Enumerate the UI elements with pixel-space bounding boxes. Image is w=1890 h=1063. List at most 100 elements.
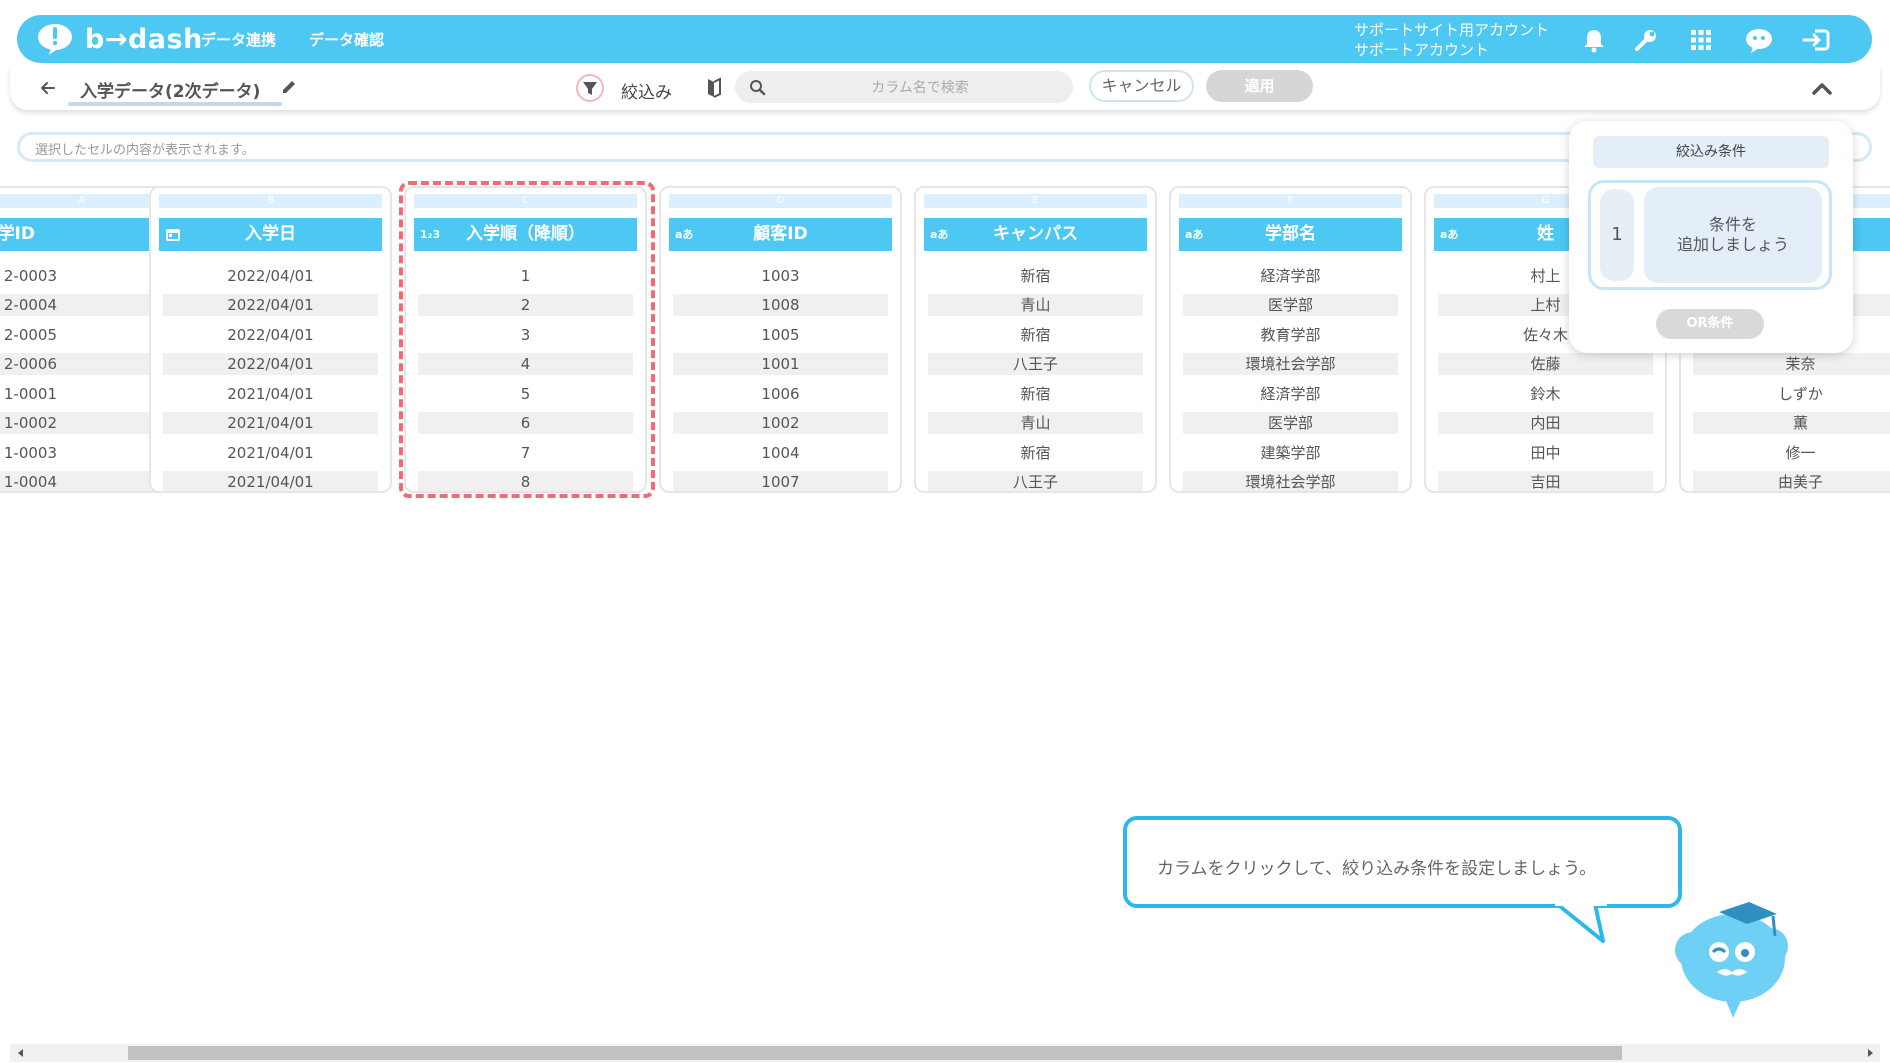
logo-bubble-icon	[38, 24, 72, 55]
column-search	[735, 71, 1073, 105]
nav-data-check[interactable]: データ確認	[309, 29, 384, 50]
table-cell[interactable]: 鈴木	[1438, 383, 1653, 405]
table-cell[interactable]: 8	[418, 471, 633, 491]
table-cell[interactable]: 八王子	[928, 471, 1143, 491]
edit-pencil-icon[interactable]	[280, 78, 298, 96]
table-cell[interactable]: 修一	[1693, 442, 1890, 464]
title-underline	[68, 102, 282, 106]
search-input[interactable]	[775, 71, 1065, 105]
nav-data-link[interactable]: データ連携	[201, 29, 276, 50]
column-header[interactable]: aあ 学部名	[1179, 218, 1402, 251]
table-cell[interactable]: 4	[418, 353, 633, 375]
table-column[interactable]: Faあ 学部名 経済学部 医学部 教育学部 環境社会学部 経済学部 医学部 建築学部 環境社会学部	[1169, 186, 1412, 493]
top-header-bar: b→dash データ連携 データ確認 サポートサイト用アカウント サポートアカウ…	[17, 15, 1872, 63]
table-cell[interactable]: 2	[418, 294, 633, 316]
mascot-chat-icon[interactable]	[1743, 27, 1775, 53]
column-header-label: キャンパス	[993, 224, 1078, 244]
table-cell[interactable]: 1005	[673, 324, 888, 346]
table-cell[interactable]: 環境社会学部	[1183, 471, 1398, 491]
table-cell[interactable]: 内田	[1438, 412, 1653, 434]
table-cell[interactable]: 新宿	[928, 383, 1143, 405]
table-cell[interactable]: 1008	[673, 294, 888, 316]
table-cell[interactable]: 2022/04/01	[163, 353, 378, 375]
scroll-left-arrow-icon[interactable]	[18, 1049, 23, 1057]
table-cell[interactable]: 経済学部	[1183, 265, 1398, 287]
table-cell[interactable]: 医学部	[1183, 294, 1398, 316]
table-cell[interactable]: 経済学部	[1183, 383, 1398, 405]
add-condition-button[interactable]: 条件を 追加しましょう	[1644, 187, 1822, 283]
table-cell[interactable]: 教育学部	[1183, 324, 1398, 346]
table-cell[interactable]: 佐藤	[1438, 353, 1653, 375]
column-header[interactable]: aあ キャンパス	[924, 218, 1147, 251]
clear-filter-icon[interactable]	[703, 76, 725, 100]
table-cell[interactable]: 吉田	[1438, 471, 1653, 491]
filter-button[interactable]	[576, 74, 604, 102]
table-cell[interactable]: 新宿	[928, 324, 1143, 346]
table-cell[interactable]: 薫	[1693, 412, 1890, 434]
table-cell[interactable]: しずか	[1693, 383, 1890, 405]
table-cell[interactable]: 6	[418, 412, 633, 434]
filter-funnel-icon	[583, 82, 597, 95]
column-type-icon: 1₂3	[420, 228, 441, 241]
table-cell[interactable]: 1003	[673, 265, 888, 287]
table-column[interactable]: B 入学日 2022/04/01 2022/04/01 2022/04/01 2022/0…	[149, 186, 392, 493]
table-cell[interactable]: 八王子	[928, 353, 1143, 375]
logout-icon[interactable]	[1801, 27, 1833, 53]
table-cell[interactable]: 新宿	[928, 265, 1143, 287]
table-cell[interactable]: 1004	[673, 442, 888, 464]
table-cell[interactable]: 1	[418, 265, 633, 287]
or-condition-button[interactable]: OR条件	[1656, 309, 1764, 339]
bdash-logo[interactable]: b→dash	[35, 21, 203, 57]
table-column[interactable]: Eaあ キャンパス 新宿 青山 新宿 八王子 新宿 青山 新宿 八王子	[914, 186, 1157, 493]
table-cell[interactable]: 建築学部	[1183, 442, 1398, 464]
table-column[interactable]: Daあ 顧客ID 1003 1008 1005 1001 1006 1002 1004 1007	[659, 186, 902, 493]
bell-icon[interactable]	[1581, 27, 1607, 53]
table-cell[interactable]: 2021/04/01	[163, 471, 378, 491]
table-cell[interactable]: 1006	[673, 383, 888, 405]
back-arrow-icon[interactable]	[38, 78, 58, 98]
table-cell[interactable]: 1002	[673, 412, 888, 434]
column-header[interactable]: aあ 顧客ID	[669, 218, 892, 251]
column-header[interactable]: 入学日	[159, 218, 382, 251]
table-cell[interactable]: 5	[418, 383, 633, 405]
apply-button[interactable]: 適用	[1206, 70, 1313, 102]
condition-group: 1 条件を 追加しましょう	[1588, 180, 1832, 290]
account-line1: サポートサイト用アカウント	[1354, 21, 1550, 39]
column-letter: C	[414, 194, 637, 208]
table-cell[interactable]: 7	[418, 442, 633, 464]
column-letter: B	[159, 194, 382, 208]
wrench-icon[interactable]	[1633, 27, 1659, 53]
column-type-icon: aあ	[930, 228, 949, 241]
table-cell[interactable]: 2022/04/01	[163, 294, 378, 316]
add-condition-line2: 追加しましょう	[1676, 235, 1789, 254]
table-cell[interactable]: 2022/04/01	[163, 265, 378, 287]
column-type-icon: aあ	[675, 228, 694, 241]
table-cell[interactable]: 由美子	[1693, 471, 1890, 491]
table-cell[interactable]: 2021/04/01	[163, 383, 378, 405]
column-letter: E	[924, 194, 1147, 208]
table-cell[interactable]: 新宿	[928, 442, 1143, 464]
table-cell[interactable]: 青山	[928, 412, 1143, 434]
horizontal-scrollbar[interactable]	[10, 1044, 1880, 1062]
table-cell[interactable]: 1001	[673, 353, 888, 375]
table-cell[interactable]: 環境社会学部	[1183, 353, 1398, 375]
table-cell[interactable]: 2021/04/01	[163, 442, 378, 464]
table-cell[interactable]: 医学部	[1183, 412, 1398, 434]
scrollbar-thumb[interactable]	[128, 1046, 1622, 1060]
account-info[interactable]: サポートサイト用アカウント サポートアカウント	[1354, 20, 1549, 60]
column-header[interactable]: 1₂3 入学順（降順）	[414, 218, 637, 251]
table-cell[interactable]: 2022/04/01	[163, 324, 378, 346]
table-cell[interactable]: 田中	[1438, 442, 1653, 464]
table-cell[interactable]: 2021/04/01	[163, 412, 378, 434]
table-cell[interactable]: 青山	[928, 294, 1143, 316]
bubble-tail	[1555, 901, 1607, 943]
apps-grid-icon[interactable]	[1688, 27, 1714, 53]
scroll-right-arrow-icon[interactable]	[1868, 1049, 1873, 1057]
table-column[interactable]: C 1₂3 入学順（降順） 1 2 3 4 5 6 7 8	[404, 186, 647, 493]
table-cell[interactable]: 3	[418, 324, 633, 346]
chevron-up-icon[interactable]	[1810, 78, 1834, 98]
table-cell[interactable]: 茉奈	[1693, 353, 1890, 375]
table-cell[interactable]: 1007	[673, 471, 888, 491]
mascot-character-icon	[1675, 902, 1788, 1018]
cancel-button[interactable]: キャンセル	[1089, 70, 1194, 102]
